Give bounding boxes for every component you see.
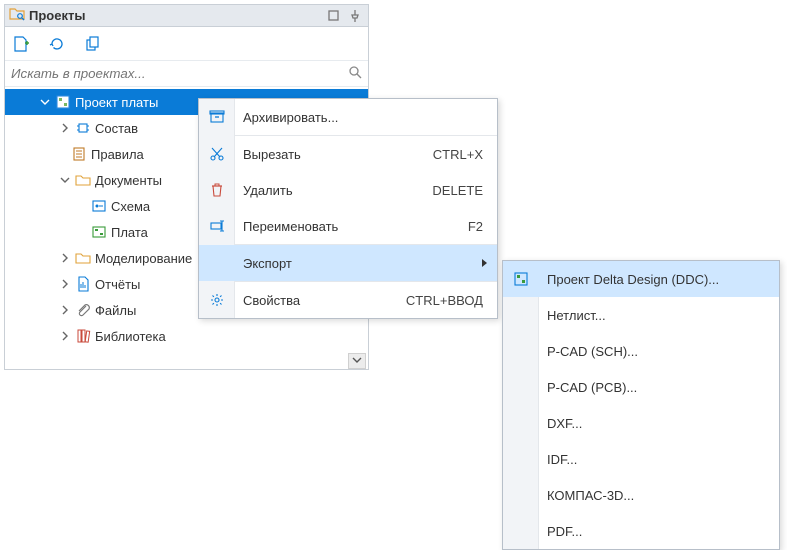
menu-item-export[interactable]: Экспорт	[199, 245, 497, 281]
rename-icon	[208, 217, 226, 235]
submenu-arrow-icon	[481, 256, 489, 271]
chevron-right-icon	[59, 122, 71, 134]
folder-search-icon	[9, 6, 25, 25]
report-icon	[75, 276, 91, 292]
submenu-item-pcad-pcb[interactable]: P-CAD (PCB)...	[503, 369, 779, 405]
pin-button[interactable]	[346, 7, 364, 25]
export-submenu: Проект Delta Design (DDC)... Нетлист... …	[502, 260, 780, 550]
menu-item-label: Архивировать...	[243, 110, 483, 125]
menu-item-rename[interactable]: Переименовать F2	[199, 208, 497, 244]
tree-item-label: Документы	[95, 173, 162, 188]
menu-item-shortcut: CTRL+X	[433, 147, 483, 162]
submenu-item-netlist[interactable]: Нетлист...	[503, 297, 779, 333]
submenu-item-idf[interactable]: IDF...	[503, 441, 779, 477]
tree-item-label: Отчёты	[95, 277, 140, 292]
panel-titlebar: Проекты	[5, 5, 368, 27]
panel-toolbar	[5, 27, 368, 61]
project-icon	[55, 94, 71, 110]
menu-item-cut[interactable]: Вырезать CTRL+X	[199, 136, 497, 172]
tree-item-label: Библиотека	[95, 329, 166, 344]
library-icon	[75, 328, 91, 344]
submenu-item-dxf[interactable]: DXF...	[503, 405, 779, 441]
menu-item-delete[interactable]: Удалить DELETE	[199, 172, 497, 208]
submenu-item-label: P-CAD (SCH)...	[547, 344, 638, 359]
submenu-item-label: КОМПАС-3D...	[547, 488, 634, 503]
submenu-item-ddc[interactable]: Проект Delta Design (DDC)...	[503, 261, 779, 297]
menu-item-label: Переименовать	[243, 219, 444, 234]
schematic-icon	[91, 198, 107, 214]
chevron-right-icon	[59, 304, 71, 316]
submenu-item-label: P-CAD (PCB)...	[547, 380, 637, 395]
tree-item-label: Плата	[111, 225, 148, 240]
refresh-button[interactable]	[47, 34, 67, 54]
component-icon	[75, 120, 91, 136]
copy-button[interactable]	[83, 34, 103, 54]
project-export-icon	[512, 270, 530, 288]
chevron-right-icon	[59, 330, 71, 342]
menu-item-shortcut: F2	[468, 219, 483, 234]
tree-item-label: Файлы	[95, 303, 136, 318]
submenu-item-pcad-sch[interactable]: P-CAD (SCH)...	[503, 333, 779, 369]
maximize-button[interactable]	[324, 7, 342, 25]
gear-icon	[208, 291, 226, 309]
tree-item-label: Моделирование	[95, 251, 192, 266]
submenu-item-pdf[interactable]: PDF...	[503, 513, 779, 549]
menu-item-label: Свойства	[243, 293, 382, 308]
submenu-item-label: Нетлист...	[547, 308, 606, 323]
chevron-right-icon	[59, 278, 71, 290]
chevron-down-icon	[39, 96, 51, 108]
context-menu: Архивировать... Вырезать CTRL+X Удалить …	[198, 98, 498, 319]
new-project-button[interactable]	[11, 34, 31, 54]
menu-item-archive[interactable]: Архивировать...	[199, 99, 497, 135]
search-bar[interactable]	[5, 61, 368, 87]
submenu-item-label: DXF...	[547, 416, 582, 431]
tree-item-label: Проект платы	[75, 95, 158, 110]
submenu-item-label: IDF...	[547, 452, 577, 467]
folder-icon	[75, 172, 91, 188]
menu-item-properties[interactable]: Свойства CTRL+ВВОД	[199, 282, 497, 318]
scissors-icon	[208, 145, 226, 163]
chevron-down-icon	[59, 174, 71, 186]
attachment-icon	[75, 302, 91, 318]
tree-item-label: Схема	[111, 199, 150, 214]
scroll-down-button[interactable]	[348, 353, 366, 369]
rules-icon	[71, 146, 87, 162]
menu-item-shortcut: CTRL+ВВОД	[406, 293, 483, 308]
tree-item-label: Правила	[91, 147, 144, 162]
search-input[interactable]	[11, 66, 362, 81]
tree-item[interactable]: Библиотека	[5, 323, 368, 349]
menu-item-label: Экспорт	[243, 256, 483, 271]
submenu-item-label: Проект Delta Design (DDC)...	[547, 272, 719, 287]
menu-item-shortcut: DELETE	[432, 183, 483, 198]
submenu-item-label: PDF...	[547, 524, 582, 539]
archive-icon	[208, 108, 226, 126]
folder-icon	[75, 250, 91, 266]
submenu-item-kompas[interactable]: КОМПАС-3D...	[503, 477, 779, 513]
chevron-right-icon	[59, 252, 71, 264]
menu-item-label: Вырезать	[243, 147, 409, 162]
trash-icon	[208, 181, 226, 199]
board-icon	[91, 224, 107, 240]
menu-item-label: Удалить	[243, 183, 408, 198]
search-icon	[348, 65, 362, 82]
tree-item-label: Состав	[95, 121, 138, 136]
panel-title: Проекты	[29, 8, 320, 23]
